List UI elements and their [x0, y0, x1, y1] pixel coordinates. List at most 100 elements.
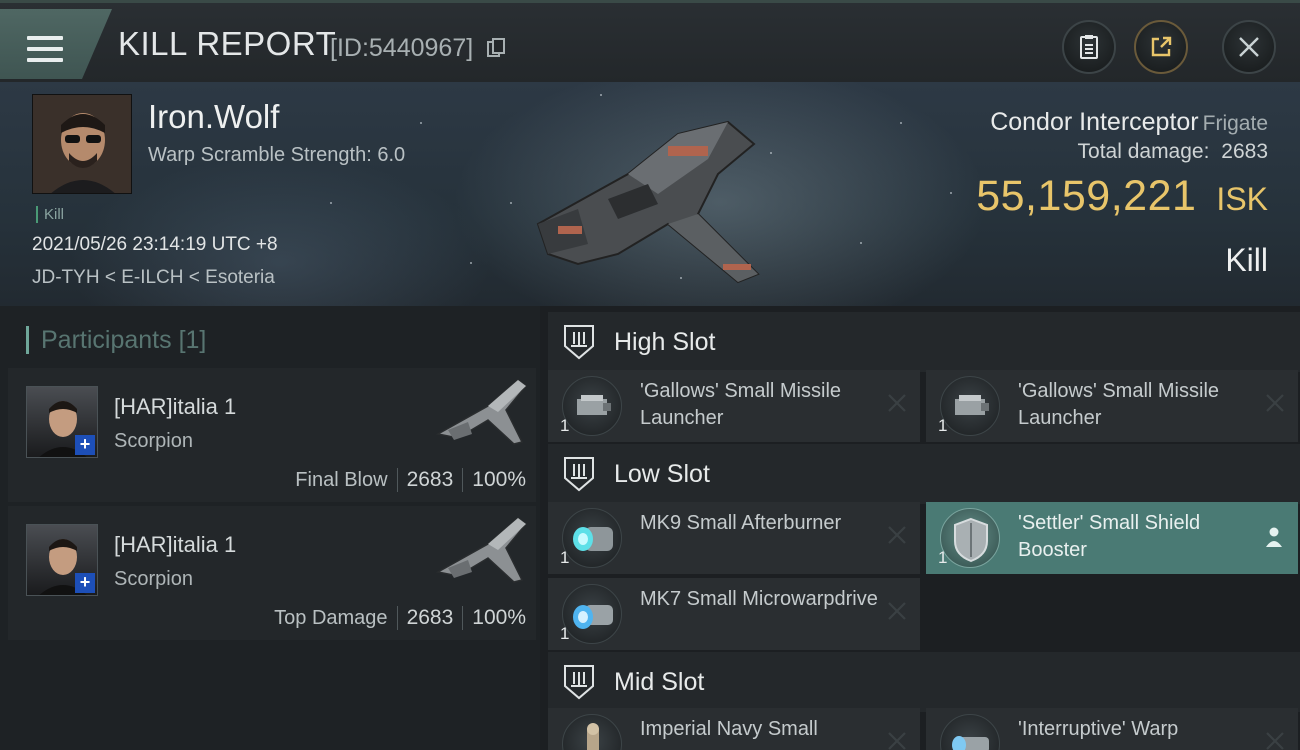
module-name: MK9 Small Afterburner	[640, 512, 842, 534]
victim-name[interactable]: Iron.Wolf	[148, 98, 279, 136]
afterburner-icon	[562, 508, 622, 568]
participants-count: [1]	[178, 326, 207, 354]
participant-role: Top Damage	[274, 606, 388, 629]
participant-stats: Final Blow 2683 100%	[295, 468, 526, 492]
kill-summary-banner: Iron.Wolf Warp Scramble Strength: 6.0 Ki…	[0, 82, 1300, 306]
participant-percent: 100%	[472, 606, 526, 629]
participant-stats: Top Damage 2683 100%	[274, 606, 526, 630]
participant-avatar[interactable]: +	[26, 524, 98, 596]
slot-title: Low Slot	[614, 460, 710, 488]
participant-name[interactable]: [HAR]italia 1	[114, 532, 236, 558]
microwarpdrive-icon	[562, 584, 622, 644]
participant-name[interactable]: [HAR]italia 1	[114, 394, 236, 420]
module-quantity: 1	[560, 416, 570, 435]
close-icon	[1239, 37, 1259, 57]
isk-loss: 55,159,221 ISK	[976, 172, 1268, 221]
module-slot[interactable]: 1 'Gallows' Small Missile Launcher	[926, 370, 1298, 442]
page-title: KILL REPORT	[118, 25, 337, 62]
x-icon[interactable]	[1264, 392, 1286, 414]
clipboard-button[interactable]	[1062, 20, 1116, 74]
module-name: 'Gallows' Small Missile Launcher	[640, 380, 842, 429]
high-slot-header: High Slot	[548, 312, 1300, 372]
close-button[interactable]	[1222, 20, 1276, 74]
slot-title: Mid Slot	[614, 668, 705, 696]
x-icon[interactable]	[886, 600, 908, 622]
victim-ship-image	[536, 120, 760, 284]
x-icon[interactable]	[1264, 730, 1286, 750]
divider	[462, 468, 464, 492]
total-damage: Total damage: 2683	[1078, 140, 1268, 164]
ship-name[interactable]: Condor Interceptor	[990, 108, 1198, 136]
menu-icon	[27, 36, 63, 62]
missile-launcher-icon	[562, 376, 622, 436]
kill-result: Kill	[1225, 242, 1268, 278]
participant-ship-image	[435, 517, 528, 583]
participant-role: Final Blow	[295, 468, 388, 491]
module-icon	[562, 714, 622, 750]
module-name: 'Settler' Small Shield Booster	[1018, 512, 1201, 561]
module-name: 'Gallows' Small Missile Launcher	[1018, 380, 1220, 429]
participant-ship-image	[435, 379, 528, 445]
mid-slot-header: Mid Slot	[548, 652, 1300, 712]
module-name: 'Interruptive' Warp	[1018, 718, 1179, 740]
kill-tag: Kill	[36, 206, 64, 223]
kill-datetime: 2021/05/26 23:14:19 UTC +8	[32, 234, 278, 255]
participant-ship: Scorpion	[114, 568, 193, 590]
participant-card[interactable]: + [HAR]italia 1 Scorpion Final Blow 2683…	[8, 368, 536, 502]
warp-disruptor-icon	[940, 714, 1000, 750]
kill-location[interactable]: JD-TYH < E-ILCH < Esoteria	[32, 267, 275, 289]
missile-launcher-icon	[940, 376, 1000, 436]
plus-badge: +	[75, 573, 95, 593]
module-quantity: 1	[938, 548, 948, 567]
clipboard-icon	[1080, 35, 1098, 59]
low-slot-header: Low Slot	[548, 444, 1300, 504]
participant-avatar[interactable]: +	[26, 386, 98, 458]
victim-portrait[interactable]	[32, 94, 132, 194]
copy-icon[interactable]	[487, 38, 505, 58]
share-button[interactable]	[1134, 20, 1188, 74]
ship-class: Frigate	[1202, 112, 1268, 135]
plus-badge: +	[75, 435, 95, 455]
share-icon	[1151, 36, 1172, 57]
divider	[462, 606, 464, 630]
x-icon[interactable]	[886, 730, 908, 750]
shield-booster-icon	[940, 508, 1000, 568]
module-slot[interactable]: 1 MK9 Small Afterburner	[548, 502, 920, 574]
slot-icon	[564, 665, 594, 700]
participants-header: Participants [1]	[26, 326, 206, 354]
module-slot[interactable]: Imperial Navy Small	[548, 708, 920, 750]
total-damage-value: 2683	[1221, 140, 1268, 163]
victim-ship: Condor Interceptor Frigate	[990, 108, 1268, 137]
x-icon[interactable]	[886, 524, 908, 546]
module-slot[interactable]: 'Interruptive' Warp	[926, 708, 1298, 750]
module-quantity: 1	[560, 624, 570, 643]
slot-title: High Slot	[614, 328, 716, 356]
title-bar: KILL REPORT [ID:5440967]	[0, 0, 1300, 82]
module-quantity: 1	[560, 548, 570, 567]
participant-damage: 2683	[406, 468, 454, 491]
fitting-panel: High Slot 1 'Gallows' Small Missile Laun…	[540, 306, 1300, 750]
participant-damage: 2683	[406, 606, 454, 629]
participants-label: Participants	[41, 326, 172, 354]
x-icon[interactable]	[886, 392, 908, 414]
warp-scramble-strength: Warp Scramble Strength: 6.0	[148, 144, 406, 166]
module-name: MK7 Small Microwarpdrive	[640, 588, 878, 610]
module-slot[interactable]: 1 MK7 Small Microwarpdrive	[548, 578, 920, 650]
participant-percent: 100%	[472, 468, 526, 491]
avatar	[33, 95, 131, 193]
divider	[396, 468, 398, 492]
slot-icon	[564, 457, 594, 492]
participant-card[interactable]: + [HAR]italia 1 Scorpion Top Damage 2683…	[8, 506, 536, 640]
divider	[396, 606, 398, 630]
menu-button[interactable]	[0, 9, 112, 79]
participant-ship: Scorpion	[114, 430, 193, 452]
module-quantity: 1	[938, 416, 948, 435]
participants-panel: Participants [1] + [HAR]italia 1 Scorpio…	[0, 306, 540, 750]
module-slot[interactable]: 1 'Gallows' Small Missile Launcher	[548, 370, 920, 442]
slot-icon	[564, 325, 594, 360]
module-slot-selected[interactable]: 1 'Settler' Small Shield Booster	[926, 502, 1298, 574]
module-name: Imperial Navy Small	[640, 718, 818, 740]
isk-unit: ISK	[1216, 181, 1268, 217]
person-icon[interactable]	[1264, 526, 1284, 548]
report-id: [ID:5440967]	[330, 34, 474, 62]
